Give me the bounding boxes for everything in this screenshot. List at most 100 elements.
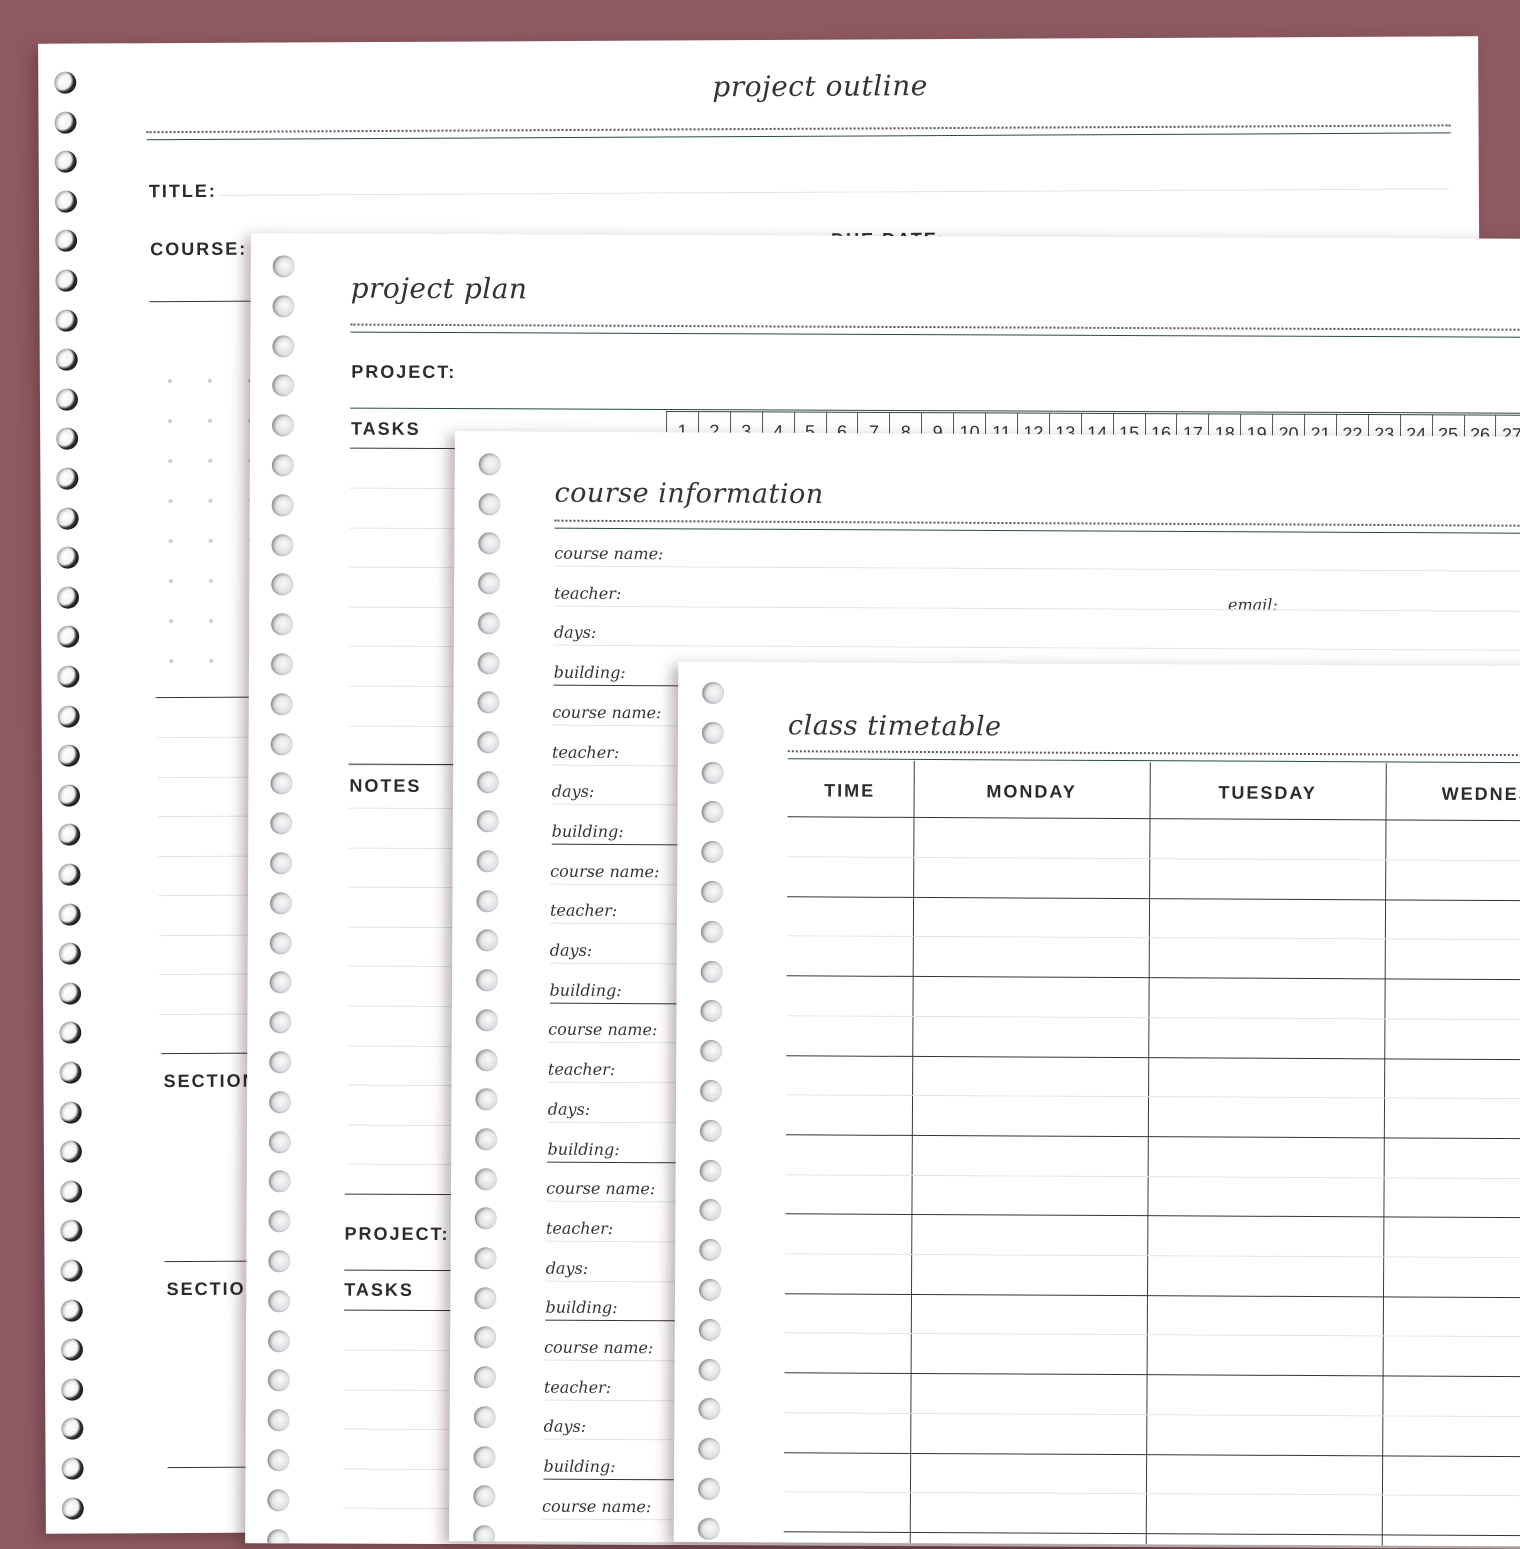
- binding-hole: [55, 348, 78, 371]
- timetable-row-line: [786, 1094, 1520, 1100]
- course-name-label: course name:: [550, 861, 660, 881]
- binding-hole: [269, 971, 292, 994]
- binding-hole: [60, 1180, 83, 1203]
- binding-hole: [699, 1159, 722, 1182]
- binding-hole: [268, 1290, 291, 1313]
- title-rule: [350, 331, 1520, 338]
- title-dotted-rule: [350, 323, 1520, 331]
- course-name-label: course name:: [552, 702, 662, 723]
- days-label: days:: [553, 623, 597, 643]
- notes-line: [348, 847, 469, 849]
- binding-hole: [57, 625, 80, 649]
- timetable-row-line: [784, 1372, 1520, 1378]
- binding-hole: [474, 1326, 497, 1349]
- binding-hole: [269, 1011, 292, 1034]
- binding-hole: [478, 453, 501, 476]
- binding-hole: [478, 532, 501, 555]
- binding-hole: [58, 863, 81, 886]
- grid-dot: [208, 418, 213, 423]
- column-time: TIME: [824, 780, 876, 801]
- binding-hole: [54, 111, 77, 134]
- binding-holes: [473, 431, 519, 1547]
- course-field-line: [547, 1121, 678, 1124]
- binding-hole: [268, 1210, 291, 1233]
- course-name-label: course name:: [542, 1496, 652, 1516]
- binding-hole: [700, 1000, 723, 1023]
- email-label: email:: [1227, 595, 1278, 615]
- course-field-line: [551, 764, 682, 766]
- sheet-title: project outline: [712, 69, 928, 104]
- binding-hole: [57, 784, 81, 807]
- binding-hole: [60, 1219, 83, 1243]
- course-field-line: [545, 1319, 676, 1322]
- title-rule: [146, 132, 1451, 141]
- binding-holes: [267, 233, 313, 1549]
- binding-hole: [477, 731, 500, 754]
- course-field-line: [546, 1200, 677, 1203]
- binding-hole: [60, 1338, 84, 1361]
- binding-hole: [475, 1088, 498, 1111]
- course-field-line: [547, 1081, 678, 1084]
- binding-hole: [267, 1329, 291, 1352]
- task-line: [343, 1428, 464, 1431]
- course-field-line: [550, 883, 681, 885]
- binding-hole: [58, 823, 81, 847]
- course-label: COURSE:: [150, 238, 248, 260]
- course-field-line: [548, 1042, 679, 1044]
- grid-dot: [208, 578, 213, 583]
- task-line: [343, 1507, 464, 1510]
- binding-hole: [474, 1167, 498, 1190]
- binding-hole: [270, 852, 293, 875]
- course-name-label: course name:: [544, 1337, 654, 1358]
- binding-hole: [56, 427, 79, 451]
- timetable-row-line: [785, 1253, 1520, 1259]
- binding-hole: [271, 494, 294, 517]
- binding-hole: [271, 613, 294, 636]
- binding-hole: [476, 810, 499, 833]
- notes-line: [347, 1005, 468, 1008]
- task-line: [343, 1389, 464, 1391]
- column-divider: [1381, 763, 1387, 1547]
- binding-hole: [59, 1140, 82, 1163]
- timetable-row-line: [785, 1292, 1520, 1298]
- grid-dot: [209, 658, 214, 663]
- binding-hole: [59, 1021, 82, 1045]
- course-field-line: [549, 1002, 680, 1004]
- grid-dot: [207, 378, 212, 383]
- notes-line: [347, 1084, 468, 1087]
- binding-hole: [700, 1079, 723, 1102]
- timetable-row-line: [785, 1213, 1520, 1219]
- binding-hole: [61, 1417, 84, 1441]
- tasks-rule-2: [344, 1309, 465, 1312]
- sheet-title: class timetable: [787, 710, 1002, 743]
- course-field-line: [553, 645, 1520, 652]
- teacher-label: teacher:: [543, 1377, 612, 1397]
- binding-hole: [271, 414, 295, 437]
- days-label: days:: [543, 1416, 587, 1437]
- binding-hole: [269, 931, 292, 954]
- column-divider: [909, 760, 915, 1547]
- binding-hole: [475, 969, 499, 992]
- building-label: building:: [553, 662, 626, 683]
- binding-hole: [701, 880, 724, 903]
- section-label: SECTION: [163, 1070, 258, 1092]
- grid-dot: [208, 538, 213, 543]
- course-field-line: [551, 803, 682, 806]
- teacher-label: teacher:: [549, 900, 618, 921]
- binding-hole: [270, 772, 293, 795]
- binding-hole: [473, 1445, 496, 1468]
- binding-hole: [271, 573, 294, 596]
- timetable-row-line: [786, 1054, 1520, 1060]
- binding-hole: [701, 801, 724, 824]
- course-field-line: [543, 1438, 674, 1441]
- grid-dot: [169, 619, 174, 624]
- binding-hole: [267, 1369, 290, 1392]
- building-label: building:: [549, 980, 622, 1000]
- binding-hole: [267, 1409, 290, 1432]
- course-name-label: course name:: [546, 1178, 656, 1199]
- binding-hole: [267, 1449, 290, 1472]
- notes-line: [346, 1163, 467, 1166]
- binding-hole: [54, 150, 77, 173]
- notes-line: [348, 807, 469, 810]
- binding-hole: [477, 612, 500, 635]
